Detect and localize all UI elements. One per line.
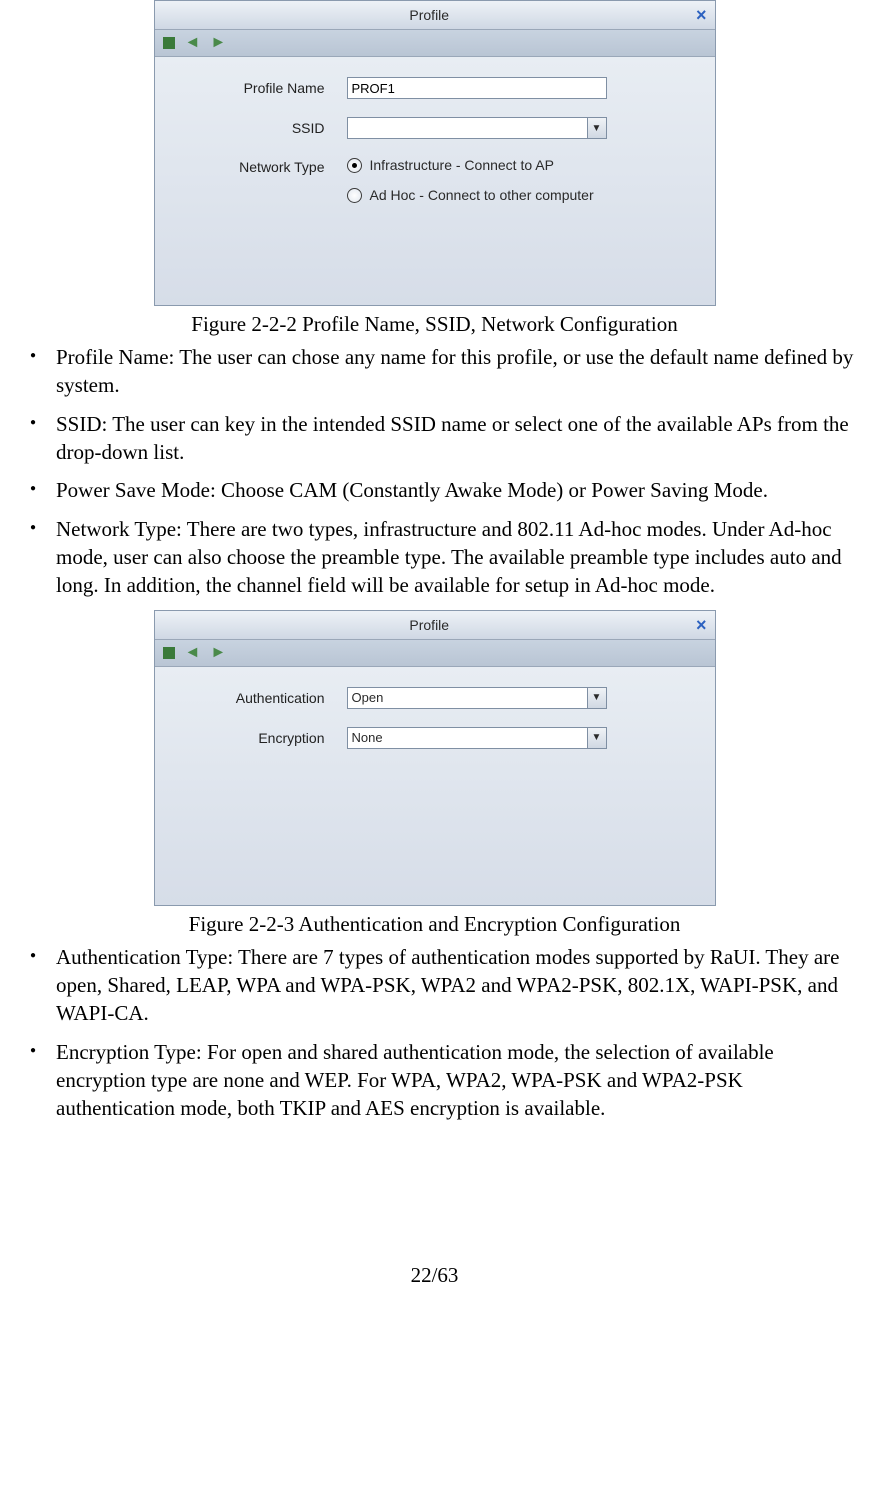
dialog1-titlebar: Profile × [155, 1, 715, 30]
dialog1-title: Profile [163, 7, 696, 23]
network-type-label: Network Type [175, 157, 347, 175]
row-ssid: SSID ▼ [175, 117, 695, 139]
encryption-combo-value: None [348, 730, 587, 745]
network-type-radio-group: Infrastructure - Connect to AP Ad Hoc - … [347, 157, 594, 203]
chevron-down-icon: ▼ [587, 688, 606, 708]
back-arrow-icon[interactable]: ◄ [185, 645, 201, 661]
chevron-down-icon: ▼ [587, 118, 606, 138]
radio-infrastructure[interactable]: Infrastructure - Connect to AP [347, 157, 594, 173]
close-icon[interactable]: × [696, 616, 707, 634]
dialog1-toolbar: ◄ ► [155, 30, 715, 57]
dialog2-body: Authentication Open ▼ Encryption None ▼ [155, 667, 715, 905]
bullet-list-1: Profile Name: The user can chose any nam… [0, 343, 869, 600]
profile-dialog-2: Profile × ◄ ► Authentication Open ▼ Encr… [154, 610, 716, 906]
list-item: SSID: The user can key in the intended S… [30, 410, 863, 467]
figure-caption-1: Figure 2-2-2 Profile Name, SSID, Network… [0, 312, 869, 337]
dialog2-titlebar: Profile × [155, 611, 715, 640]
chevron-down-icon: ▼ [587, 728, 606, 748]
list-item: Encryption Type: For open and shared aut… [30, 1038, 863, 1123]
figure-caption-2: Figure 2-2-3 Authentication and Encrypti… [0, 912, 869, 937]
row-profile-name: Profile Name [175, 77, 695, 99]
radio-infra-label: Infrastructure - Connect to AP [370, 157, 554, 173]
stop-icon[interactable] [163, 37, 175, 49]
list-item: Power Save Mode: Choose CAM (Constantly … [30, 476, 863, 504]
row-network-type: Network Type Infrastructure - Connect to… [175, 157, 695, 203]
profile-name-input[interactable] [347, 77, 607, 99]
profile-name-label: Profile Name [175, 80, 347, 96]
radio-icon [347, 158, 362, 173]
row-encryption: Encryption None ▼ [175, 727, 695, 749]
stop-icon[interactable] [163, 647, 175, 659]
page-number: 22/63 [0, 1263, 869, 1288]
radio-icon [347, 188, 362, 203]
list-item: Authentication Type: There are 7 types o… [30, 943, 863, 1028]
close-icon[interactable]: × [696, 6, 707, 24]
encryption-label: Encryption [175, 730, 347, 746]
row-authentication: Authentication Open ▼ [175, 687, 695, 709]
encryption-combo[interactable]: None ▼ [347, 727, 607, 749]
list-item: Profile Name: The user can chose any nam… [30, 343, 863, 400]
radio-adhoc-label: Ad Hoc - Connect to other computer [370, 187, 594, 203]
dialog1-body: Profile Name SSID ▼ Network Type [155, 57, 715, 305]
bullet-list-2: Authentication Type: There are 7 types o… [0, 943, 869, 1123]
forward-arrow-icon[interactable]: ► [210, 645, 226, 661]
forward-arrow-icon[interactable]: ► [210, 35, 226, 51]
authentication-combo-value: Open [348, 690, 587, 705]
list-item: Network Type: There are two types, infra… [30, 515, 863, 600]
authentication-label: Authentication [175, 690, 347, 706]
radio-adhoc[interactable]: Ad Hoc - Connect to other computer [347, 187, 594, 203]
authentication-combo[interactable]: Open ▼ [347, 687, 607, 709]
profile-dialog-1: Profile × ◄ ► Profile Name SSID ▼ [154, 0, 716, 306]
dialog2-title: Profile [163, 617, 696, 633]
ssid-combo[interactable]: ▼ [347, 117, 607, 139]
dialog2-toolbar: ◄ ► [155, 640, 715, 667]
back-arrow-icon[interactable]: ◄ [185, 35, 201, 51]
ssid-label: SSID [175, 120, 347, 136]
